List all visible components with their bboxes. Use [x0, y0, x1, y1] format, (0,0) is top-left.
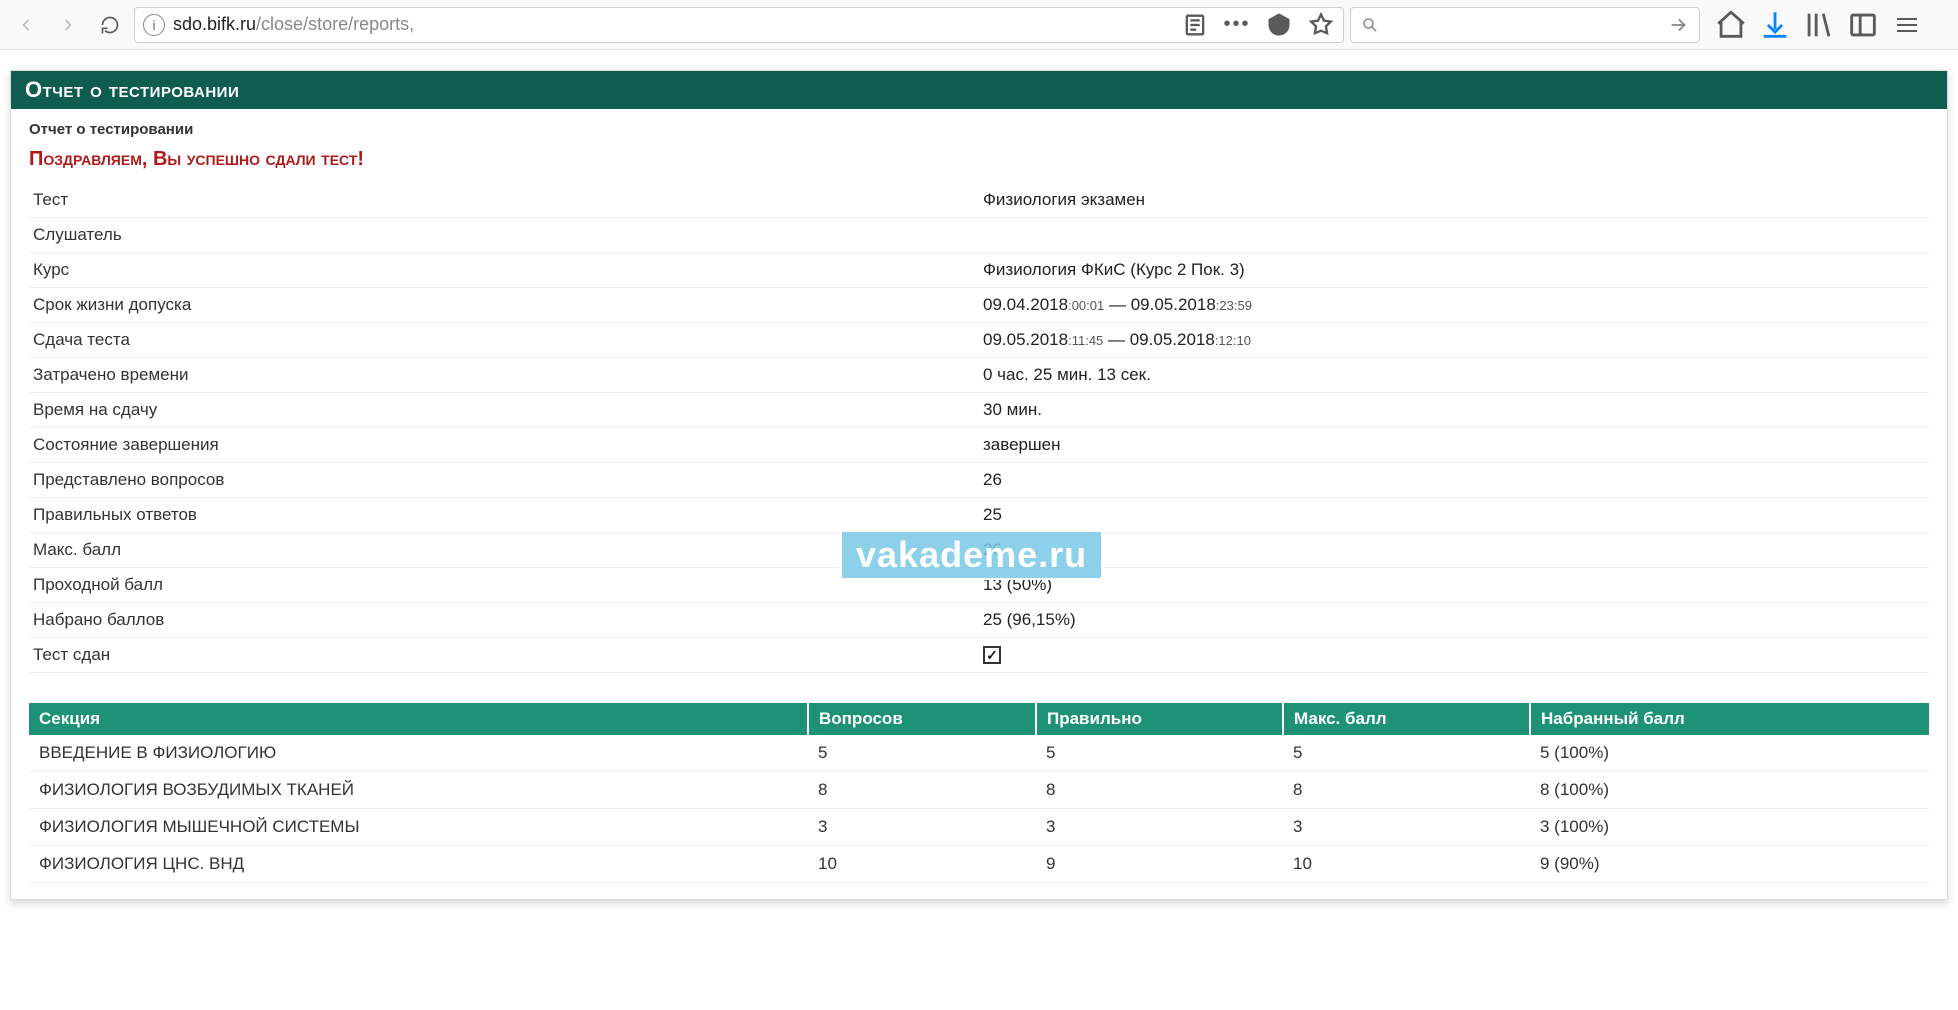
section-row: ФИЗИОЛОГИЯ ЦНС. ВНД109109 (90%) — [29, 846, 1929, 883]
summary-value: 25 (96,15%) — [979, 603, 1929, 638]
breadcrumb: Отчет о тестировании — [29, 117, 1929, 148]
summary-row: Слушатель — [29, 218, 1929, 253]
search-go-icon[interactable] — [1667, 14, 1689, 36]
section-cell: ФИЗИОЛОГИЯ МЫШЕЧНОЙ СИСТЕМЫ — [29, 809, 808, 846]
summary-row: Набрано баллов25 (96,15%) — [29, 603, 1929, 638]
more-icon[interactable]: ••• — [1223, 11, 1251, 39]
section-cell: 8 — [1283, 772, 1530, 809]
summary-value: 13 (50%) — [979, 568, 1929, 603]
pocket-icon[interactable] — [1265, 11, 1293, 39]
summary-key: Затрачено времени — [29, 358, 979, 393]
summary-row: ТестФизиология экзамен — [29, 183, 1929, 218]
hamburger-menu-icon[interactable] — [1890, 8, 1924, 42]
section-row: ВВЕДЕНИЕ В ФИЗИОЛОГИЮ5555 (100%) — [29, 735, 1929, 772]
section-cell: ФИЗИОЛОГИЯ ВОЗБУДИМЫХ ТКАНЕЙ — [29, 772, 808, 809]
summary-value: 30 мин. — [979, 393, 1929, 428]
section-cell: 3 — [1036, 809, 1283, 846]
summary-value: 26 — [979, 463, 1929, 498]
section-cell: 5 — [1283, 735, 1530, 772]
summary-value: завершен — [979, 428, 1929, 463]
summary-value: Физиология экзамен — [979, 183, 1929, 218]
section-row: ФИЗИОЛОГИЯ ВОЗБУДИМЫХ ТКАНЕЙ8888 (100%) — [29, 772, 1929, 809]
section-cell: 8 — [1036, 772, 1283, 809]
search-input[interactable] — [1387, 16, 1659, 34]
summary-value: Физиология ФКиС (Курс 2 Пок. 3) — [979, 253, 1929, 288]
summary-row: Сдача теста09.05.2018:11:45 — 09.05.2018… — [29, 323, 1929, 358]
library-icon[interactable] — [1802, 8, 1836, 42]
summary-value — [979, 218, 1929, 253]
summary-row: Правильных ответов25 — [29, 498, 1929, 533]
home-icon[interactable] — [1714, 8, 1748, 42]
section-cell: 5 (100%) — [1530, 735, 1929, 772]
back-button[interactable] — [8, 7, 44, 43]
browser-toolbar: i sdo.bifk.ru/close/store/reports, ••• — [0, 0, 1958, 50]
sections-table: СекцияВопросовПравильноМакс. баллНабранн… — [29, 703, 1929, 883]
summary-row: Состояние завершениязавершен — [29, 428, 1929, 463]
section-cell: 3 — [1283, 809, 1530, 846]
summary-value: 25 — [979, 498, 1929, 533]
section-header: Секция — [29, 703, 808, 735]
section-cell: 3 — [808, 809, 1036, 846]
summary-row: Представлено вопросов26 — [29, 463, 1929, 498]
section-cell: 9 (90%) — [1530, 846, 1929, 883]
summary-row: Затрачено времени0 час. 25 мин. 13 сек. — [29, 358, 1929, 393]
summary-key: Тест — [29, 183, 979, 218]
section-header: Набранный балл — [1530, 703, 1929, 735]
summary-value: 09.04.2018:00:01 — 09.05.2018:23:59 — [979, 288, 1929, 323]
summary-key: Время на сдачу — [29, 393, 979, 428]
summary-value: ✓ — [979, 638, 1929, 673]
url-text: sdo.bifk.ru/close/store/reports, — [173, 14, 1173, 35]
summary-key: Макс. балл — [29, 533, 979, 568]
site-info-icon[interactable]: i — [143, 14, 165, 36]
section-header: Макс. балл — [1283, 703, 1530, 735]
section-cell: 8 (100%) — [1530, 772, 1929, 809]
section-cell: 5 — [808, 735, 1036, 772]
search-bar[interactable] — [1350, 7, 1700, 43]
summary-row: Тест сдан✓ — [29, 638, 1929, 673]
summary-key: Правильных ответов — [29, 498, 979, 533]
summary-key: Тест сдан — [29, 638, 979, 673]
summary-row: Макс. балл26 — [29, 533, 1929, 568]
reader-mode-icon[interactable] — [1181, 11, 1209, 39]
section-header: Правильно — [1036, 703, 1283, 735]
summary-row: Срок жизни допуска09.04.2018:00:01 — 09.… — [29, 288, 1929, 323]
summary-key: Состояние завершения — [29, 428, 979, 463]
section-header: Вопросов — [808, 703, 1036, 735]
section-cell: ВВЕДЕНИЕ В ФИЗИОЛОГИЮ — [29, 735, 808, 772]
summary-value: 09.05.2018:11:45 — 09.05.2018:12:10 — [979, 323, 1929, 358]
summary-key: Курс — [29, 253, 979, 288]
url-bar[interactable]: i sdo.bifk.ru/close/store/reports, ••• — [134, 7, 1344, 43]
forward-button[interactable] — [50, 7, 86, 43]
downloads-icon[interactable] — [1758, 8, 1792, 42]
summary-key: Сдача теста — [29, 323, 979, 358]
summary-value: 26 — [979, 533, 1929, 568]
section-cell: ФИЗИОЛОГИЯ ЦНС. ВНД — [29, 846, 808, 883]
section-cell: 10 — [1283, 846, 1530, 883]
summary-table: ТестФизиология экзаменСлушательКурсФизио… — [29, 183, 1929, 673]
summary-row: Время на сдачу30 мин. — [29, 393, 1929, 428]
section-cell: 3 (100%) — [1530, 809, 1929, 846]
congrats-message: Поздравляем, Вы успешно сдали тест! — [29, 148, 1929, 183]
summary-key: Проходной балл — [29, 568, 979, 603]
summary-key: Представлено вопросов — [29, 463, 979, 498]
section-cell: 9 — [1036, 846, 1283, 883]
summary-key: Срок жизни допуска — [29, 288, 979, 323]
summary-key: Слушатель — [29, 218, 979, 253]
summary-value: 0 час. 25 мин. 13 сек. — [979, 358, 1929, 393]
section-cell: 8 — [808, 772, 1036, 809]
checkmark-icon: ✓ — [983, 646, 1001, 664]
reload-button[interactable] — [92, 7, 128, 43]
bookmark-star-icon[interactable] — [1307, 11, 1335, 39]
report-card: Отчет о тестировании Отчет о тестировани… — [10, 70, 1948, 900]
summary-key: Набрано баллов — [29, 603, 979, 638]
summary-row: Проходной балл13 (50%) — [29, 568, 1929, 603]
summary-row: КурсФизиология ФКиС (Курс 2 Пок. 3) — [29, 253, 1929, 288]
section-row: ФИЗИОЛОГИЯ МЫШЕЧНОЙ СИСТЕМЫ3333 (100%) — [29, 809, 1929, 846]
search-icon — [1361, 16, 1379, 34]
toolbar-right — [1714, 8, 1924, 42]
card-header: Отчет о тестировании — [11, 71, 1947, 109]
section-cell: 10 — [808, 846, 1036, 883]
section-cell: 5 — [1036, 735, 1283, 772]
sidebar-icon[interactable] — [1846, 8, 1880, 42]
